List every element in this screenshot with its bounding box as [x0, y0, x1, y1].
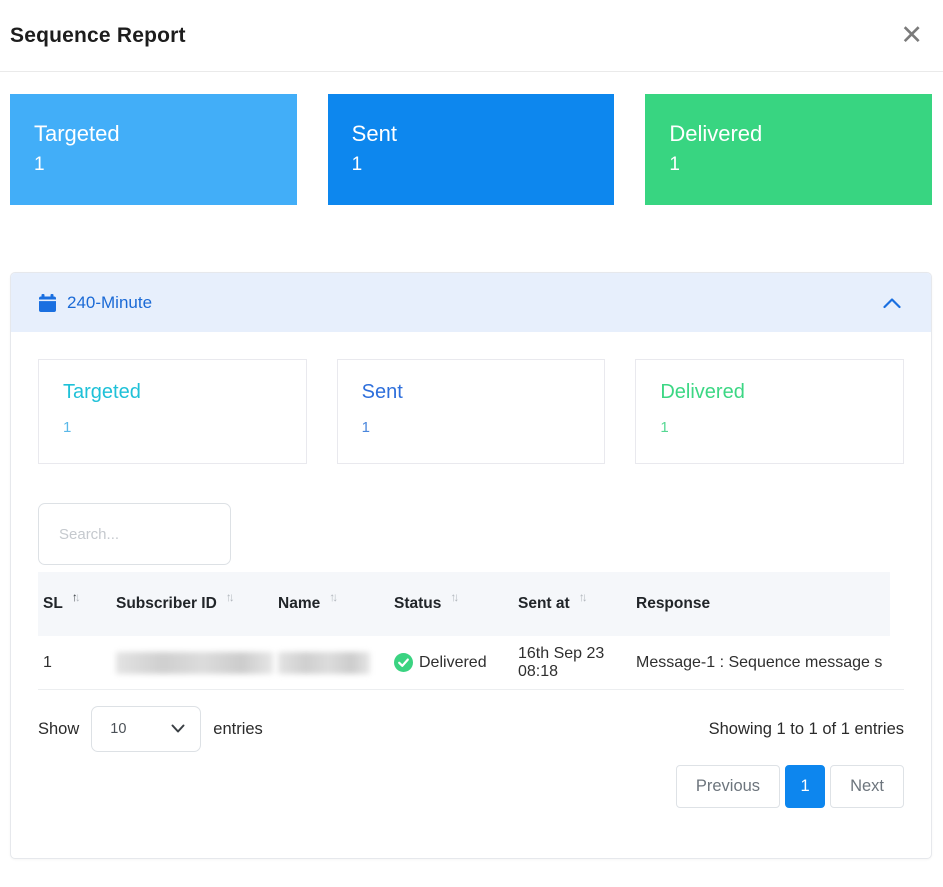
- card-value: 1: [352, 154, 591, 176]
- chevron-up-icon: [883, 297, 901, 309]
- search-input[interactable]: [38, 503, 231, 565]
- sort-icon: ↑↓: [72, 590, 78, 604]
- modal-header: Sequence Report ✕: [0, 0, 943, 72]
- sort-icon: ↑↓: [329, 590, 335, 604]
- cell-response: Message-1 : Sequence message s: [631, 654, 904, 672]
- sort-icon: ↑↓: [579, 590, 585, 604]
- sort-icon: ↑↓: [450, 590, 456, 604]
- card-label: Delivered: [660, 381, 879, 404]
- search-row: [38, 503, 904, 565]
- summary-cards-row: Targeted 1 Sent 1 Delivered 1: [10, 94, 932, 205]
- cell-status: Delivered: [389, 653, 513, 672]
- cell-sl: 1: [38, 654, 111, 672]
- card-value: 1: [63, 419, 282, 436]
- redacted-name: [278, 652, 370, 674]
- page-size-select[interactable]: 10: [91, 706, 201, 752]
- inner-card-sent: Sent 1: [337, 359, 606, 464]
- close-icon[interactable]: ✕: [894, 22, 929, 49]
- panel-title: 240-Minute: [67, 293, 883, 313]
- inner-card-targeted: Targeted 1: [38, 359, 307, 464]
- column-label: Name: [278, 595, 320, 613]
- status-badge: Delivered: [419, 654, 487, 672]
- inner-card-delivered: Delivered 1: [635, 359, 904, 464]
- column-header-name[interactable]: Name ↑↓: [273, 595, 389, 613]
- previous-page-button[interactable]: Previous: [676, 765, 780, 808]
- show-label: Show: [38, 720, 79, 739]
- table-footer: Show 10 entries Showing 1 to 1 of 1 entr…: [38, 706, 904, 752]
- card-label: Sent: [362, 381, 581, 404]
- column-header-sent-at[interactable]: Sent at ↑↓: [513, 595, 631, 613]
- column-label: Subscriber ID: [116, 595, 217, 613]
- card-value: 1: [669, 154, 908, 176]
- column-label: Status: [394, 595, 441, 613]
- panel-collapse-header[interactable]: 240-Minute: [11, 273, 931, 332]
- entries-label: entries: [213, 720, 263, 739]
- column-header-response[interactable]: Response: [631, 595, 890, 613]
- sequence-panel: 240-Minute Targeted 1 Sent 1 Delivered 1: [10, 272, 932, 859]
- cell-name: [273, 652, 389, 674]
- card-label: Sent: [352, 121, 591, 147]
- column-header-subscriber-id[interactable]: Subscriber ID ↑↓: [111, 595, 273, 613]
- card-label: Delivered: [669, 121, 908, 147]
- card-value: 1: [362, 419, 581, 436]
- cell-sent-at: 16th Sep 23 08:18: [513, 645, 631, 681]
- check-circle-icon: [394, 653, 413, 672]
- next-page-button[interactable]: Next: [830, 765, 904, 808]
- column-label: SL: [43, 595, 63, 613]
- column-header-status[interactable]: Status ↑↓: [389, 595, 513, 613]
- panel-body: Targeted 1 Sent 1 Delivered 1 SL ↑↓: [11, 332, 931, 858]
- summary-card-sent: Sent 1: [328, 94, 615, 205]
- summary-card-targeted: Targeted 1: [10, 94, 297, 205]
- page-size-wrap: 10: [91, 706, 201, 752]
- calendar-icon: [39, 294, 56, 312]
- column-label: Sent at: [518, 595, 570, 613]
- table-row: 1 Delivered 16th Sep 23 08:18 Message-1 …: [38, 636, 904, 690]
- table-header-row: SL ↑↓ Subscriber ID ↑↓ Name ↑↓ Status ↑↓…: [38, 572, 890, 636]
- column-label: Response: [636, 595, 710, 613]
- page-title: Sequence Report: [10, 24, 186, 48]
- sort-icon: ↑↓: [226, 590, 232, 604]
- cell-subscriber-id: [111, 652, 273, 674]
- page-size-group: Show 10 entries: [38, 706, 263, 752]
- card-value: 1: [34, 154, 273, 176]
- pagination: Previous 1 Next: [38, 765, 904, 808]
- report-table: SL ↑↓ Subscriber ID ↑↓ Name ↑↓ Status ↑↓…: [38, 572, 904, 690]
- card-label: Targeted: [63, 381, 282, 404]
- summary-card-delivered: Delivered 1: [645, 94, 932, 205]
- inner-cards-row: Targeted 1 Sent 1 Delivered 1: [38, 359, 904, 464]
- current-page-button[interactable]: 1: [785, 765, 825, 808]
- card-label: Targeted: [34, 121, 273, 147]
- column-header-sl[interactable]: SL ↑↓: [38, 595, 111, 613]
- card-value: 1: [660, 419, 879, 436]
- redacted-subscriber-id: [116, 652, 273, 674]
- showing-entries-text: Showing 1 to 1 of 1 entries: [709, 720, 904, 739]
